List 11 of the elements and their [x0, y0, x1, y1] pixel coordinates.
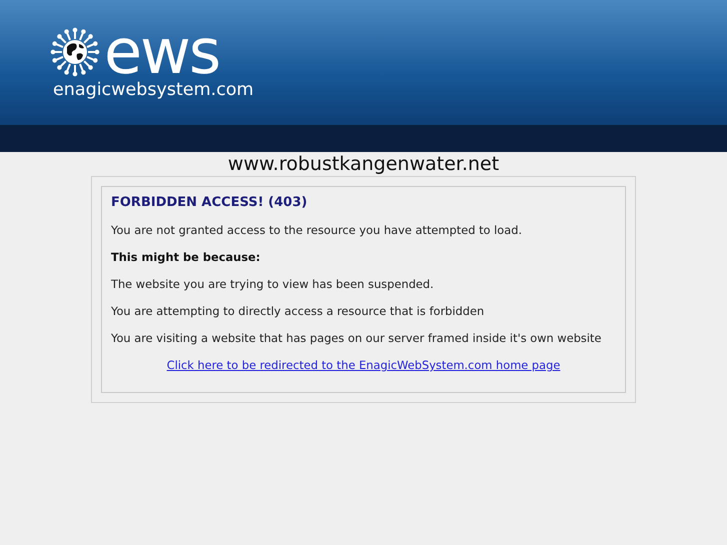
message-text: You are attempting to directly access a resource that is forbidden [111, 303, 486, 319]
logo-domain: enagicwebsystem.com [53, 80, 254, 100]
redirect-link[interactable]: Click here to be redirected to the EnagicWebSystem.com home page [166, 358, 560, 372]
reasons-heading: This might be because: [111, 249, 262, 265]
message-text: The website you are trying to view has been suspended. [111, 276, 435, 292]
message-text: You are not granted access to the resource you have attempted to load. [111, 222, 523, 238]
error-heading: FORBIDDEN ACCESS! (403) [111, 195, 308, 210]
logo-wordmark: ews [104, 24, 220, 80]
site-title: www.robustkangenwater.net [226, 152, 500, 176]
message-text: You are visiting a website that has pages on our server framed inside it's own website [111, 330, 602, 346]
globe-logo-icon [50, 27, 100, 77]
